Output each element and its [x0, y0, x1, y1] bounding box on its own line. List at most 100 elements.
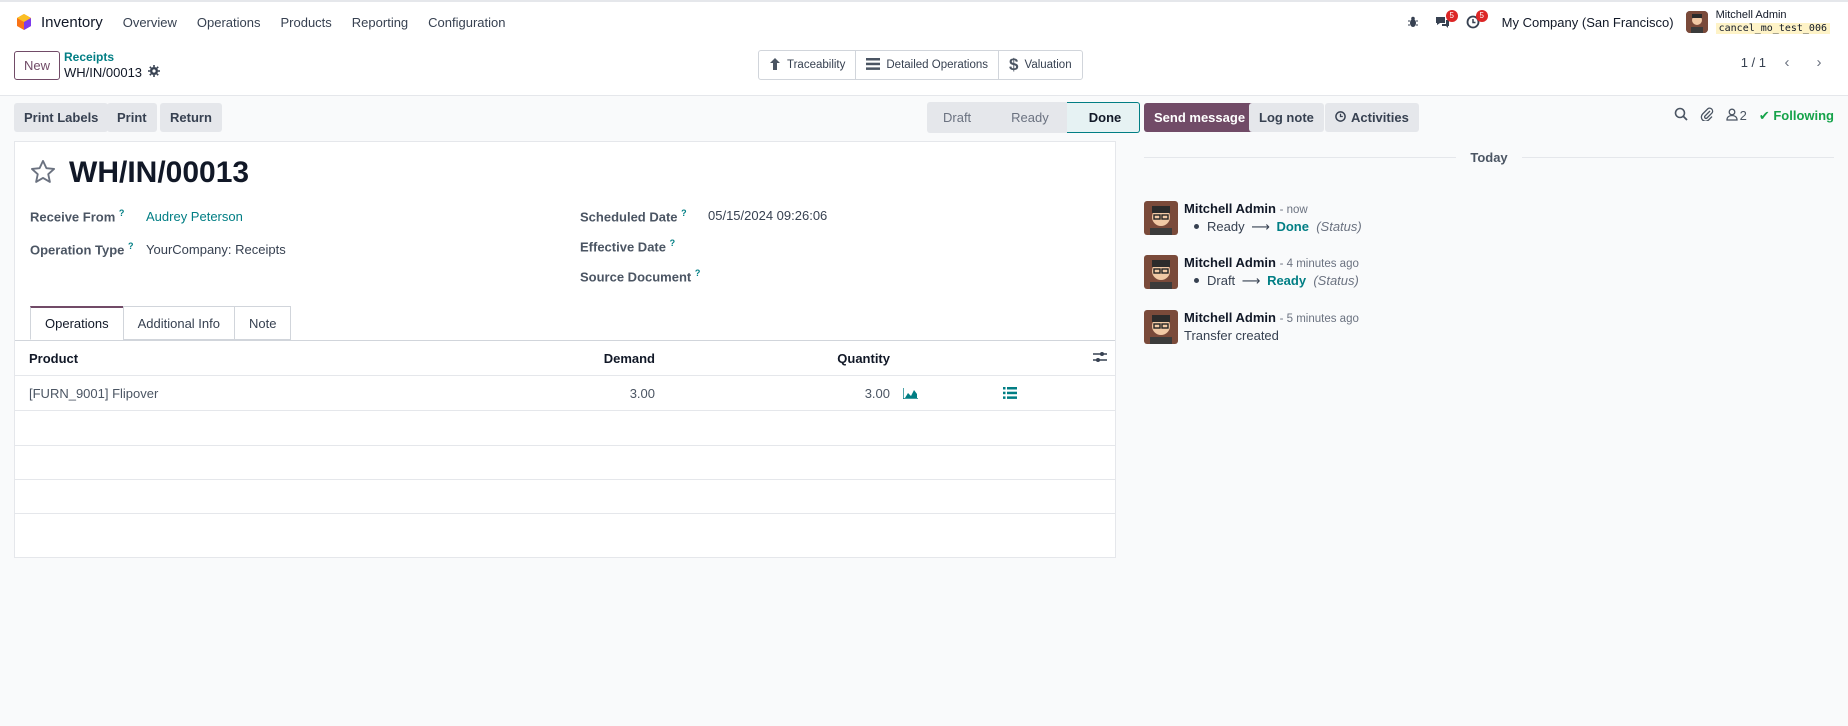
menu-configuration[interactable]: Configuration [418, 15, 515, 30]
tracking-change: Ready ⟶ Done (Status) [1184, 219, 1362, 235]
message-author[interactable]: Mitchell Admin - now [1184, 201, 1308, 216]
status-ready[interactable]: Ready [989, 102, 1067, 133]
menu-overview[interactable]: Overview [113, 15, 187, 30]
search-icon[interactable] [1674, 107, 1688, 124]
activities-label: Activities [1351, 110, 1409, 125]
user-menu[interactable]: Mitchell Admin cancel_mo_test_006 [1715, 9, 1830, 35]
pager: 1 / 1 ‹ › [1741, 54, 1830, 71]
status-draft[interactable]: Draft [927, 102, 990, 133]
list-bars-icon [866, 57, 881, 73]
message-author[interactable]: Mitchell Admin - 4 minutes ago [1184, 255, 1359, 270]
app-name[interactable]: Inventory [41, 14, 103, 31]
debug-bug-icon[interactable] [1398, 2, 1428, 42]
print-labels-button[interactable]: Print Labels [14, 103, 109, 132]
receive-from-field[interactable]: Audrey Peterson [146, 209, 243, 224]
scheduled-date-field[interactable]: 05/15/2024 09:26:06 [708, 208, 827, 223]
source-document-label: Source Document ? [580, 268, 701, 285]
valuation-button[interactable]: $ Valuation [999, 51, 1082, 79]
activities-badge: 5 [1475, 10, 1488, 22]
column-product[interactable]: Product [29, 351, 78, 366]
activities-button[interactable]: Activities [1325, 103, 1419, 132]
tracking-change: Draft ⟶ Ready (Status) [1184, 273, 1359, 289]
tab-additional-info[interactable]: Additional Info [122, 306, 235, 340]
details-list-icon[interactable] [1003, 387, 1017, 402]
message-time: - 4 minutes ago [1279, 258, 1359, 270]
tab-operations[interactable]: Operations [30, 306, 124, 340]
gear-icon[interactable] [148, 65, 161, 80]
forecast-chart-icon[interactable] [902, 387, 918, 402]
empty-row [15, 480, 1115, 514]
optional-columns-icon[interactable] [1093, 351, 1107, 366]
line-product[interactable]: [FURN_9001] Flipover [29, 386, 158, 401]
author-avatar[interactable] [1144, 255, 1178, 289]
menu-reporting[interactable]: Reporting [342, 15, 418, 30]
menu-operations[interactable]: Operations [187, 15, 271, 30]
new-button[interactable]: New [14, 51, 60, 80]
message-text: Transfer created [1184, 328, 1279, 343]
inventory-logo-icon[interactable] [15, 13, 33, 31]
menu-products[interactable]: Products [270, 15, 341, 30]
column-demand[interactable]: Demand [604, 351, 655, 366]
activities-clock-icon[interactable]: 5 [1458, 2, 1488, 42]
status-steps: Draft Ready Done [927, 102, 1141, 133]
author-avatar[interactable] [1144, 201, 1178, 235]
receive-from-label: Receive From ? [30, 208, 125, 225]
operation-type-label: Operation Type ? [30, 241, 134, 258]
detailed-operations-button[interactable]: Detailed Operations [856, 51, 1000, 79]
scheduled-date-label: Scheduled Date ? [580, 208, 687, 225]
following-button[interactable]: ✔ Following [1759, 108, 1834, 124]
company-switcher[interactable]: My Company (San Francisco) [1502, 15, 1674, 30]
traceability-button[interactable]: Traceability [759, 51, 857, 79]
table-header: Product Demand Quantity [15, 341, 1115, 375]
breadcrumb: WH/IN/00013 [64, 65, 161, 80]
user-icon [1725, 108, 1738, 124]
send-message-button[interactable]: Send message [1144, 103, 1256, 132]
notebook-tabs: Operations Additional Info Note [30, 306, 292, 340]
clock-icon [1335, 110, 1346, 125]
detailed-operations-label: Detailed Operations [886, 59, 989, 71]
message-time: - 5 minutes ago [1279, 313, 1359, 325]
user-name: Mitchell Admin [1715, 9, 1787, 21]
column-quantity[interactable]: Quantity [837, 351, 890, 366]
day-separator: Today [1144, 147, 1835, 167]
log-note-button[interactable]: Log note [1249, 103, 1324, 132]
empty-row [15, 411, 1115, 446]
dollar-icon: $ [1009, 55, 1019, 74]
line-quantity[interactable]: 3.00 [865, 386, 890, 401]
title-row: WH/IN/00013 [29, 156, 249, 190]
star-icon[interactable] [29, 158, 57, 189]
paperclip-icon[interactable] [1700, 107, 1714, 124]
line-demand[interactable]: 3.00 [630, 386, 655, 401]
message-author[interactable]: Mitchell Admin - 5 minutes ago [1184, 310, 1359, 325]
messages-badge: 5 [1445, 10, 1458, 22]
main-navbar: Inventory Overview Operations Products R… [0, 2, 1848, 42]
form-sheet: WH/IN/00013 Receive From ? Audrey Peters… [14, 141, 1116, 558]
operation-type-field[interactable]: YourCompany: Receipts [146, 242, 286, 257]
print-button[interactable]: Print [107, 103, 157, 132]
empty-row [15, 446, 1115, 480]
followers-button[interactable]: 2 [1725, 108, 1747, 124]
effective-date-label: Effective Date ? [580, 238, 676, 255]
chatter-topbar: 2 ✔ Following [1674, 107, 1834, 124]
pager-value[interactable]: 1 / 1 [1741, 55, 1766, 70]
followers-count: 2 [1739, 108, 1747, 123]
tab-note[interactable]: Note [234, 306, 292, 340]
author-avatar[interactable] [1144, 310, 1178, 344]
day-label: Today [1470, 149, 1508, 165]
breadcrumb-receipts[interactable]: Receipts [64, 50, 114, 64]
valuation-label: Valuation [1024, 59, 1072, 71]
breadcrumb-current-record: WH/IN/00013 [64, 65, 143, 80]
chevron-left-icon[interactable]: ‹ [1776, 54, 1798, 71]
chatter-panel: Send message Log note Activities 2 ✔ Fol… [1130, 97, 1848, 726]
traceability-label: Traceability [787, 59, 846, 71]
record-title: WH/IN/00013 [69, 156, 250, 189]
chevron-right-icon[interactable]: › [1808, 54, 1830, 71]
user-avatar[interactable] [1685, 11, 1708, 33]
smart-buttons: Traceability Detailed Operations $ Valua… [758, 50, 1083, 80]
database-name: cancel_mo_test_006 [1715, 21, 1830, 35]
arrow-up-icon [769, 57, 781, 74]
table-row[interactable]: [FURN_9001] Flipover 3.00 3.00 [15, 375, 1115, 411]
messages-icon[interactable]: 5 [1428, 2, 1458, 42]
return-button[interactable]: Return [160, 103, 222, 132]
message-time: - now [1279, 204, 1308, 216]
